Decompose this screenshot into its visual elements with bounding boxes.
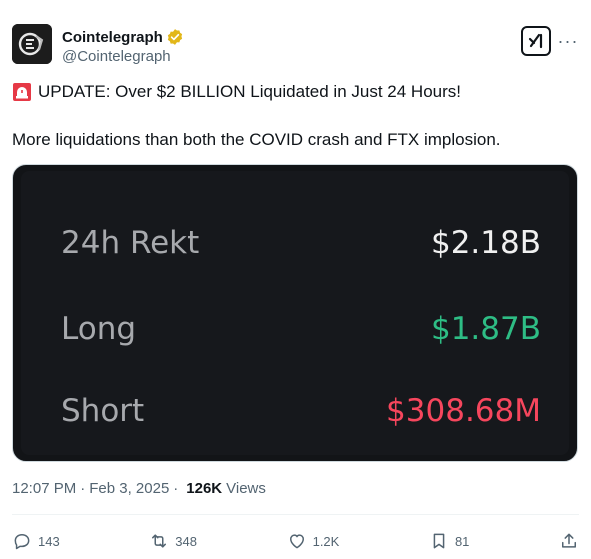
liquidation-card: 24h Rekt $2.18B Long $1.87B Short $308.6… [21, 171, 569, 455]
stat-value: $308.68M [386, 393, 541, 429]
grok-icon [528, 33, 543, 49]
display-name[interactable]: Cointelegraph [62, 29, 163, 46]
stat-label: Short [61, 393, 145, 429]
bookmark-button[interactable]: 81 [429, 531, 469, 551]
views-count[interactable]: 126K [186, 480, 222, 497]
tweet-body: More liquidations than both the COVID cr… [12, 130, 501, 149]
grok-button[interactable] [521, 26, 551, 56]
reply-count: 143 [38, 533, 60, 549]
views-label: Views [226, 480, 266, 497]
tweet-text: UPDATE: Over $2 BILLION Liquidated in Ju… [12, 80, 579, 152]
like-button[interactable]: 1.2K [287, 531, 340, 551]
like-count: 1.2K [312, 533, 340, 549]
tweet-date[interactable]: Feb 3, 2025 [89, 480, 169, 497]
siren-emoji-icon [13, 83, 31, 101]
name-row: Cointelegraph [62, 27, 184, 47]
tweet-time[interactable]: 12:07 PM [12, 480, 76, 497]
stat-value: $1.87B [430, 311, 541, 347]
action-bar: 143 348 1.2K 81 [12, 527, 579, 555]
repost-icon [152, 534, 167, 548]
separator: · [173, 480, 179, 497]
avatar[interactable] [12, 24, 52, 64]
divider [12, 514, 579, 515]
heart-icon [289, 534, 304, 549]
stat-row-24h: 24h Rekt $2.18B [61, 223, 541, 263]
verified-badge-icon[interactable] [166, 28, 184, 46]
repost-count: 348 [175, 533, 197, 549]
bookmark-count: 81 [454, 533, 470, 549]
stat-value: $2.18B [430, 225, 541, 261]
stat-row-short: Short $308.68M [61, 391, 541, 431]
tweet-image[interactable]: 24h Rekt $2.18B Long $1.87B Short $308.6… [12, 164, 578, 462]
reply-button[interactable]: 143 [12, 531, 60, 551]
repost-button[interactable]: 348 [149, 531, 197, 551]
tweet-meta: 12:07 PM · Feb 3, 2025 · 126K Views [12, 480, 266, 497]
author-info: Cointelegraph @Cointelegraph [62, 27, 184, 65]
bookmark-icon [433, 533, 445, 549]
tweet-line-1: UPDATE: Over $2 BILLION Liquidated in Ju… [12, 80, 579, 104]
handle[interactable]: @Cointelegraph [62, 48, 184, 65]
stat-label: Long [61, 311, 137, 347]
reply-icon [14, 534, 30, 550]
stat-row-long: Long $1.87B [61, 309, 541, 349]
share-icon [562, 533, 576, 548]
cointelegraph-logo-icon [12, 24, 52, 64]
share-button[interactable] [559, 531, 579, 551]
stat-label: 24h Rekt [61, 225, 200, 261]
tweet-headline: UPDATE: Over $2 BILLION Liquidated in Ju… [38, 82, 461, 101]
tweet-header: Cointelegraph @Cointelegraph ··· [12, 14, 579, 66]
more-icon[interactable]: ··· [557, 26, 579, 56]
separator: · [80, 480, 86, 497]
